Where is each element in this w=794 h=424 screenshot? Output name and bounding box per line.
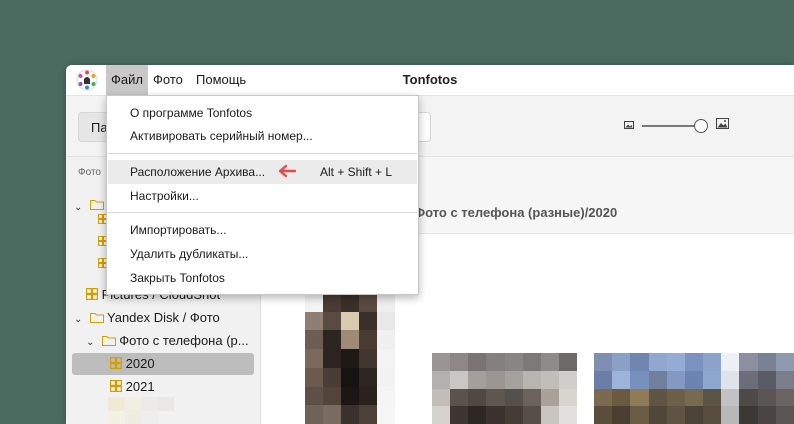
window-title: Tonfotos xyxy=(402,72,458,87)
menu-item-settings[interactable]: Настройки... xyxy=(130,186,199,206)
shortcut-label: Alt + Shift + L xyxy=(320,165,393,179)
sidebar-item-2020[interactable]: 2020 xyxy=(110,353,155,375)
sidebar-item-label: Фото с телефона (р... xyxy=(119,333,249,348)
sidebar-item-2021[interactable]: 2021 xyxy=(110,376,155,398)
chevron-down-icon: ⌄ xyxy=(86,337,95,348)
menu-bar: Файл Фото Помощь Tonfotos xyxy=(66,65,794,96)
album-grid-icon xyxy=(110,357,122,369)
sidebar-section-label: Фото xyxy=(78,167,101,178)
sidebar-item-label: 2020 xyxy=(125,356,155,371)
menu-separator xyxy=(108,153,417,154)
menu-item-import[interactable]: Импортировать... xyxy=(130,220,226,240)
menu-item-archive-location[interactable]: Расположение Архива... xyxy=(130,162,265,182)
image-small-icon xyxy=(624,121,634,129)
sidebar-item-phone-photos[interactable]: ⌄ Фото с телефона (р... xyxy=(86,330,249,352)
arrow-left-icon xyxy=(278,164,296,178)
folder-icon xyxy=(89,313,104,323)
sidebar-item-yandex-disk[interactable]: ⌄ Yandex Disk / Фото xyxy=(74,307,220,329)
chevron-down-icon: ⌄ xyxy=(74,202,83,213)
selection-highlight xyxy=(72,353,254,375)
zoom-slider-thumb[interactable] xyxy=(694,119,708,133)
menu-item-activate-serial[interactable]: Активировать серийный номер... xyxy=(130,126,313,146)
album-grid-icon xyxy=(86,288,98,300)
sidebar-item-label: Yandex Disk / Фото xyxy=(107,310,220,325)
photo-thumbnail[interactable] xyxy=(305,293,395,424)
menu-item-remove-duplicates[interactable]: Удалить дубликаты... xyxy=(130,244,248,264)
chevron-down-icon: ⌄ xyxy=(74,314,83,325)
photo-thumbnail[interactable] xyxy=(432,353,577,424)
image-large-icon xyxy=(716,118,729,129)
album-grid-icon xyxy=(110,380,122,392)
menu-item-about[interactable]: О программе Tonfotos xyxy=(130,103,252,123)
blurred-thumbnail xyxy=(108,397,174,424)
sidebar-item-label: 2021 xyxy=(125,379,155,394)
file-menu-dropdown: О программе Tonfotos Активировать серийн… xyxy=(106,95,419,295)
menu-item-quit[interactable]: Закрыть Tonfotos xyxy=(130,268,225,288)
menu-separator xyxy=(108,212,417,213)
folder-path: Фото с телефона (разные)/2020 xyxy=(414,205,618,220)
photo-thumbnail[interactable] xyxy=(594,353,794,424)
folder-icon xyxy=(101,336,116,346)
